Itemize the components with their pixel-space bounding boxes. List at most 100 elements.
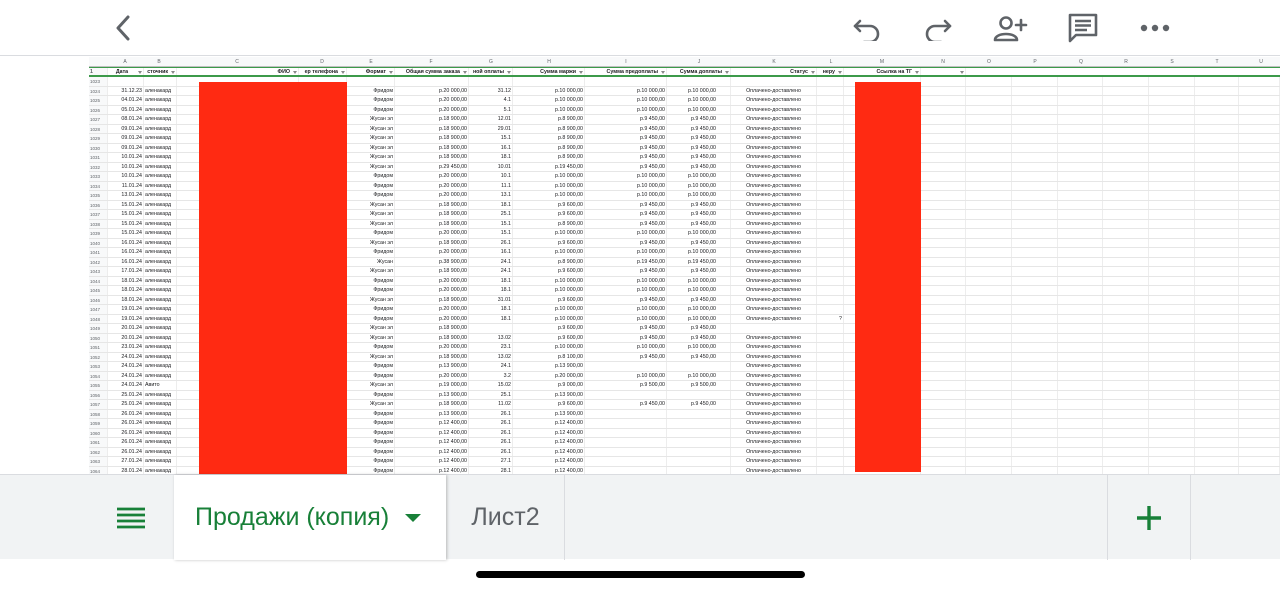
table-cell[interactable] <box>921 267 966 276</box>
table-cell[interactable] <box>1149 276 1195 285</box>
table-cell[interactable] <box>1149 172 1195 181</box>
table-cell[interactable]: аленакард <box>144 134 177 143</box>
table-cell[interactable] <box>1058 390 1103 399</box>
table-cell[interactable]: р.9 600,00 <box>513 333 585 342</box>
table-cell[interactable] <box>667 390 731 399</box>
table-cell[interactable]: р.9 450,00 <box>585 200 667 209</box>
table-cell[interactable]: Фридом <box>347 390 395 399</box>
table-cell[interactable] <box>921 381 966 390</box>
table-cell[interactable]: р.13 900,00 <box>513 362 585 371</box>
table-cell[interactable]: р.9 450,00 <box>667 267 731 276</box>
table-cell[interactable]: аленакард <box>144 314 177 323</box>
column-header[interactable]: Сумма предоплаты <box>585 68 667 75</box>
table-cell[interactable] <box>966 333 1012 342</box>
table-cell[interactable]: р.19 450,00 <box>513 162 585 171</box>
table-cell[interactable] <box>966 409 1012 418</box>
table-cell[interactable]: Оплачено-доставлено <box>731 153 817 162</box>
table-cell[interactable] <box>1058 248 1103 257</box>
table-cell[interactable]: 18.01.24 <box>108 286 144 295</box>
table-cell[interactable] <box>1195 238 1239 247</box>
table-cell[interactable] <box>1195 96 1239 105</box>
table-cell[interactable]: 09.01.24 <box>108 124 144 133</box>
table-cell[interactable]: 23.01.24 <box>108 343 144 352</box>
table-cell[interactable]: р.10 000,00 <box>667 105 731 114</box>
column-letter-c[interactable]: C <box>222 57 252 67</box>
table-cell[interactable]: аленакард <box>144 276 177 285</box>
table-cell[interactable] <box>1195 305 1239 314</box>
table-cell[interactable] <box>1149 324 1195 333</box>
table-cell[interactable] <box>1012 105 1058 114</box>
row-number[interactable]: 1060 <box>89 428 108 437</box>
table-cell[interactable]: аленакард <box>144 267 177 276</box>
table-cell[interactable]: р.8 900,00 <box>513 257 585 266</box>
table-cell[interactable]: р.10 000,00 <box>667 371 731 380</box>
table-cell[interactable] <box>966 248 1012 257</box>
table-cell[interactable]: р.20 000,00 <box>395 343 469 352</box>
row-number[interactable]: 1050 <box>89 333 108 342</box>
filter-icon[interactable] <box>171 71 175 74</box>
table-cell[interactable]: Фридом <box>347 466 395 474</box>
table-cell[interactable]: Оплачено-доставлено <box>731 191 817 200</box>
table-cell[interactable]: 26.1 <box>469 447 513 456</box>
filter-icon[interactable] <box>838 71 842 74</box>
table-cell[interactable] <box>1149 105 1195 114</box>
table-cell[interactable] <box>1103 229 1149 238</box>
table-cell[interactable] <box>1239 343 1280 352</box>
table-cell[interactable] <box>1195 153 1239 162</box>
table-cell[interactable] <box>817 143 844 152</box>
table-cell[interactable]: 15.1 <box>469 229 513 238</box>
table-cell[interactable]: Оплачено-доставлено <box>731 286 817 295</box>
table-cell[interactable] <box>1058 428 1103 437</box>
table-cell[interactable] <box>966 143 1012 152</box>
table-cell[interactable]: Жусан эл <box>347 124 395 133</box>
table-cell[interactable] <box>1103 276 1149 285</box>
table-cell[interactable]: 26.01.24 <box>108 419 144 428</box>
row-number[interactable]: 1031 <box>89 153 108 162</box>
table-cell[interactable]: Оплачено-доставлено <box>731 210 817 219</box>
table-cell[interactable]: 08.01.24 <box>108 115 144 124</box>
table-cell[interactable]: р.9 600,00 <box>513 200 585 209</box>
column-letter-k[interactable]: K <box>759 57 789 67</box>
table-cell[interactable] <box>921 162 966 171</box>
table-cell[interactable]: 16.01.24 <box>108 238 144 247</box>
table-cell[interactable] <box>1058 447 1103 456</box>
table-cell[interactable] <box>1058 238 1103 247</box>
table-cell[interactable]: р.10 000,00 <box>667 96 731 105</box>
table-cell[interactable] <box>1149 86 1195 95</box>
table-cell[interactable]: 20.01.24 <box>108 333 144 342</box>
table-cell[interactable] <box>1012 295 1058 304</box>
table-cell[interactable]: 11.02 <box>469 400 513 409</box>
table-cell[interactable]: 05.01.24 <box>108 105 144 114</box>
table-cell[interactable]: р.12 400,00 <box>513 419 585 428</box>
table-cell[interactable] <box>1195 172 1239 181</box>
table-cell[interactable]: р.10 000,00 <box>513 343 585 352</box>
table-cell[interactable]: Фридом <box>347 409 395 418</box>
table-cell[interactable] <box>1103 86 1149 95</box>
table-cell[interactable] <box>1239 153 1280 162</box>
table-cell[interactable] <box>1195 390 1239 399</box>
table-cell[interactable] <box>1103 371 1149 380</box>
table-cell[interactable]: аленакард <box>144 324 177 333</box>
table-cell[interactable] <box>1058 362 1103 371</box>
table-cell[interactable]: р.9 450,00 <box>667 153 731 162</box>
table-cell[interactable]: р.9 450,00 <box>585 134 667 143</box>
table-cell[interactable] <box>585 457 667 466</box>
table-cell[interactable]: 18.1 <box>469 276 513 285</box>
table-cell[interactable] <box>966 428 1012 437</box>
table-cell[interactable]: р.10 000,00 <box>667 181 731 190</box>
table-cell[interactable] <box>921 305 966 314</box>
row-number[interactable]: 1044 <box>89 276 108 285</box>
table-cell[interactable] <box>1012 333 1058 342</box>
column-header[interactable]: Статус <box>731 68 817 75</box>
table-cell[interactable]: Фридом <box>347 276 395 285</box>
table-cell[interactable]: Оплачено-доставлено <box>731 457 817 466</box>
table-cell[interactable] <box>1058 162 1103 171</box>
table-cell[interactable] <box>1103 381 1149 390</box>
table-cell[interactable]: 24.1 <box>469 362 513 371</box>
table-cell[interactable]: р.9 450,00 <box>585 295 667 304</box>
table-cell[interactable] <box>1058 115 1103 124</box>
table-cell[interactable] <box>921 191 966 200</box>
table-cell[interactable] <box>585 428 667 437</box>
table-cell[interactable] <box>1012 172 1058 181</box>
table-cell[interactable] <box>921 286 966 295</box>
